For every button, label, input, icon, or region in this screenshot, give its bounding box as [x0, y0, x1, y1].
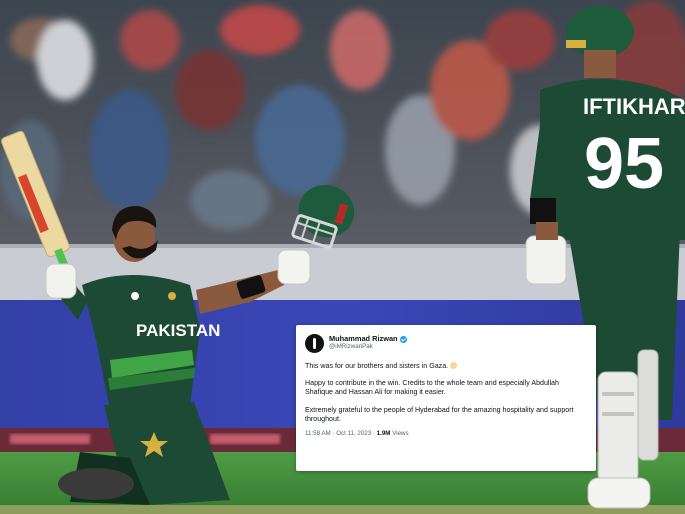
jersey-back-name: IFTIKHAR: [583, 94, 685, 119]
batting-pad-right: [637, 349, 659, 461]
tweet-time[interactable]: 11:58 AM: [305, 430, 331, 437]
tweet-date[interactable]: Oct 11, 2023: [336, 430, 371, 437]
author-name[interactable]: Muhammad Rizwan: [329, 335, 398, 343]
verified-badge-icon: [399, 335, 407, 343]
jersey-back-number: 95: [584, 124, 664, 204]
tweet-body: This was for our brothers and sisters in…: [305, 362, 587, 424]
tweet-card: Muhammad Rizwan @iMRizwanPak This was fo…: [296, 325, 596, 471]
tweet-header: Muhammad Rizwan @iMRizwanPak: [305, 331, 587, 355]
tweet-views-count: 1.9M: [376, 430, 391, 438]
tweet-paragraph: This was for our brothers and sisters in…: [305, 362, 587, 371]
tweet-paragraph: Happy to contribute in the win. Credits …: [305, 379, 559, 397]
glove-right: [45, 263, 77, 299]
author-handle[interactable]: @iMRizwanPak: [329, 344, 407, 351]
tweet-paragraph: Extremely grateful to the people of Hyde…: [305, 405, 574, 423]
jersey-front-text: PAKISTAN: [136, 321, 220, 340]
avatar[interactable]: [305, 333, 324, 353]
tweet-views-label: Views: [392, 430, 409, 438]
tweet-meta: 11:58 AM · Oct 11, 2023 · 1.9M Views: [305, 430, 409, 438]
folded-hands-emoji-icon: [450, 362, 458, 369]
batting-pad-left: [597, 371, 639, 483]
glove-left: [277, 249, 311, 285]
glove-batter: [525, 235, 567, 285]
tweet-author: Muhammad Rizwan @iMRizwanPak: [329, 335, 407, 350]
